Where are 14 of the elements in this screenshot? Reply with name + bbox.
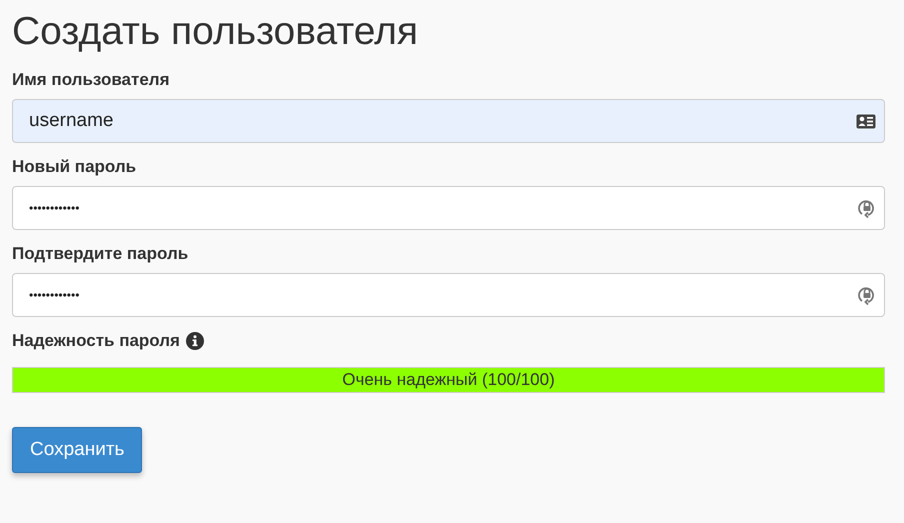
lock-refresh-icon[interactable] <box>858 285 876 305</box>
strength-reading: Очень надежный (100/100) <box>341 369 556 391</box>
info-icon[interactable] <box>186 332 204 350</box>
id-card-icon[interactable] <box>856 114 876 128</box>
field-label: Новый пароль <box>12 157 138 177</box>
input-field[interactable]: username <box>12 99 885 143</box>
strength-label: Надежность пароля <box>12 331 180 351</box>
field-label: Подтвердите пароль <box>12 244 190 264</box>
lock-refresh-icon[interactable] <box>858 198 876 218</box>
input-field[interactable]: •••••••••••• <box>12 273 885 317</box>
field-label: Имя пользователя <box>12 70 171 90</box>
page-title: Создать пользователя <box>12 9 420 55</box>
input-field[interactable]: •••••••••••• <box>12 186 885 230</box>
save-button[interactable]: Сохранить <box>12 427 142 473</box>
